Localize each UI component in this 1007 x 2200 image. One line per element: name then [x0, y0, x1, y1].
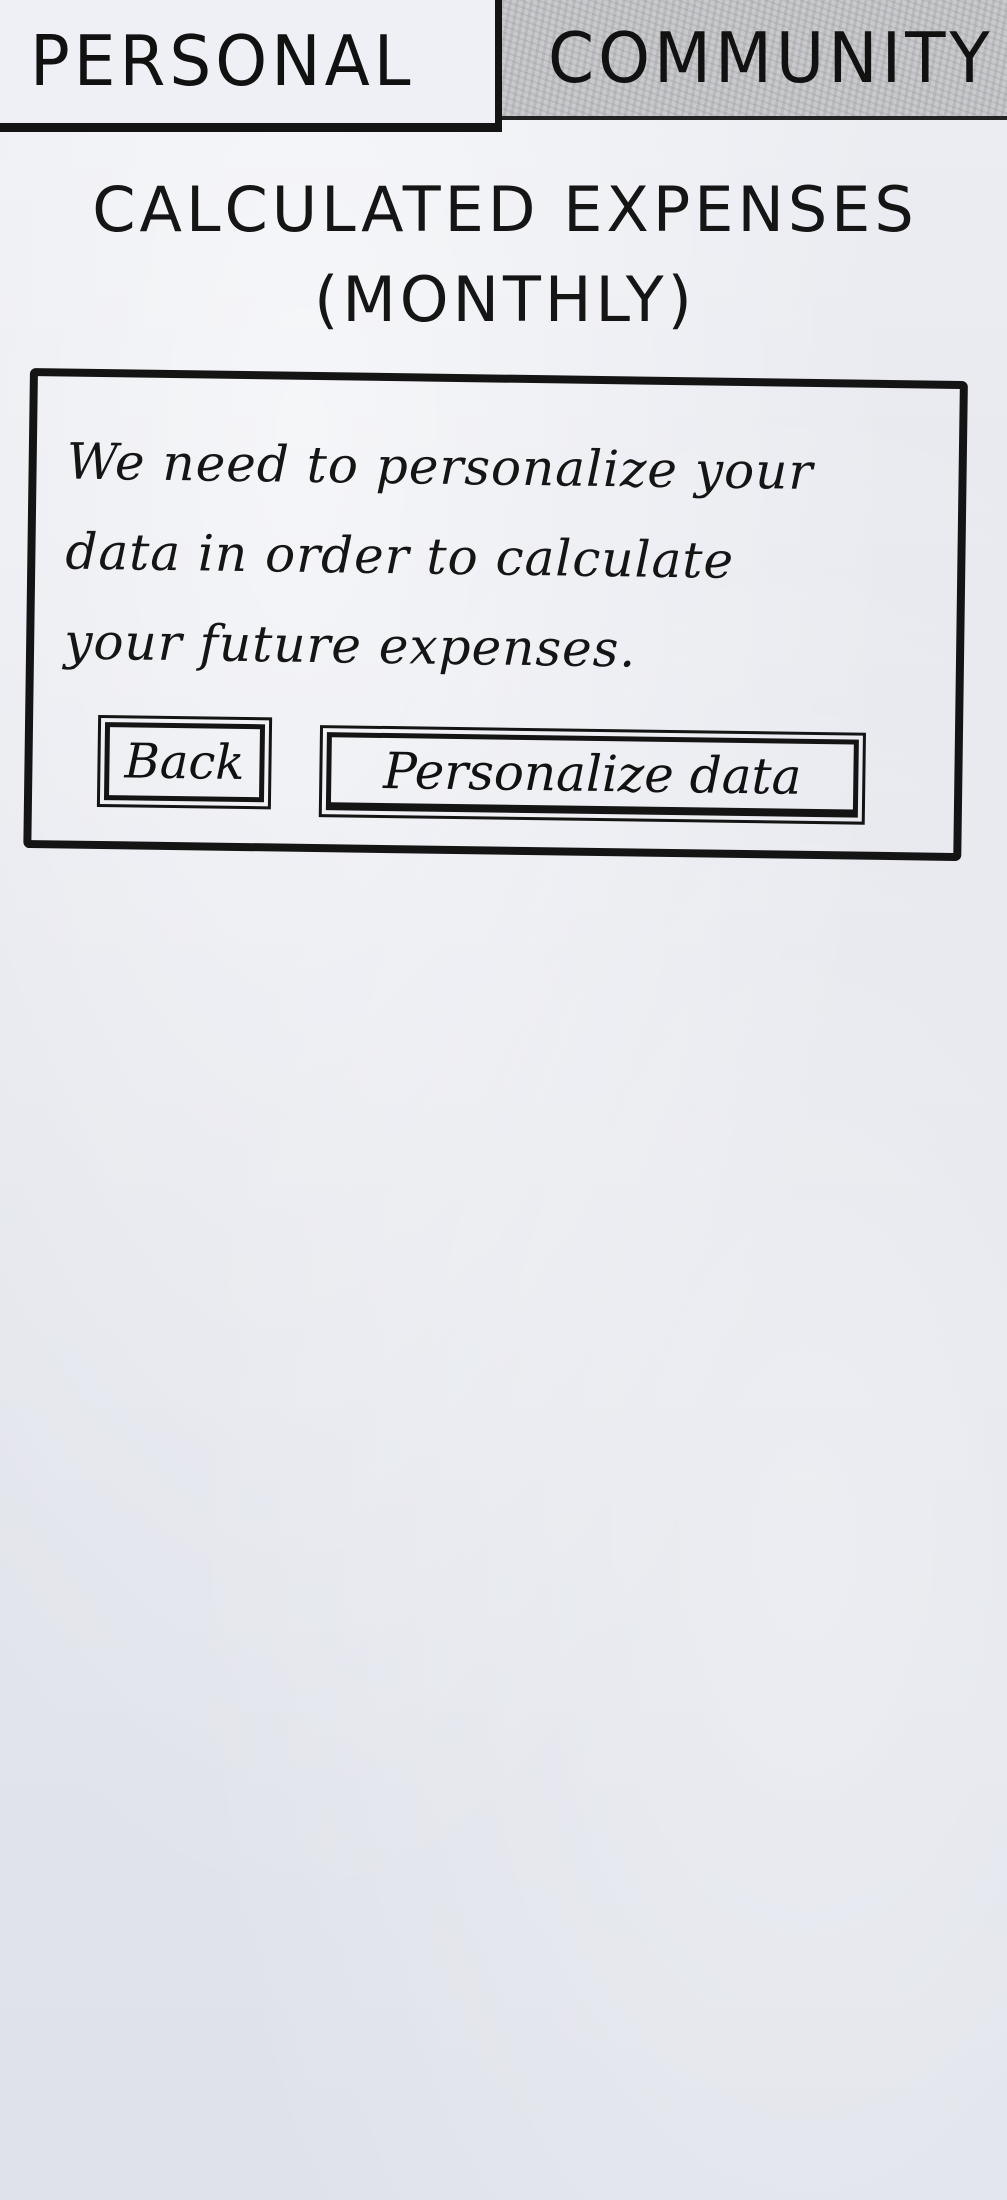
tab-personal[interactable]: PERSONAL — [0, 0, 502, 132]
page-title-line-2: (MONTHLY) — [314, 263, 696, 336]
tab-personal-label: PERSONAL — [30, 21, 415, 102]
dialog-message-line-3: your future expenses. — [63, 612, 637, 679]
page-title: CALCULATED EXPENSES (MONTHLY) — [60, 165, 950, 345]
page-title-line-1: CALCULATED EXPENSES — [92, 173, 918, 246]
dialog-message-line-2: data in order to calculate — [65, 522, 735, 590]
tab-community[interactable]: COMMUNITY — [502, 0, 1007, 120]
back-button[interactable]: Back — [96, 714, 273, 810]
personalize-dialog: We need to personalize your data in orde… — [23, 368, 968, 862]
dialog-message: We need to personalize your data in orde… — [64, 417, 948, 699]
tab-community-label: COMMUNITY — [548, 17, 994, 99]
dialog-message-line-1: We need to personalize your — [66, 432, 814, 501]
personalize-data-button[interactable]: Personalize data — [318, 724, 866, 826]
